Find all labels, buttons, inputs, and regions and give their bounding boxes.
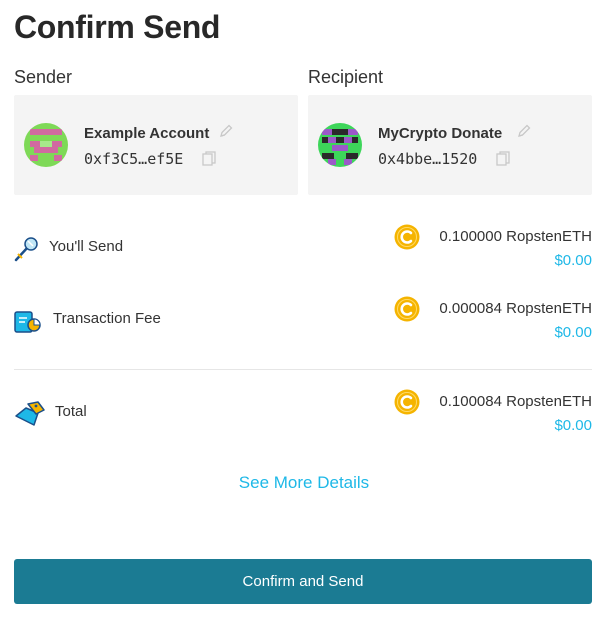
recipient-edit-icon[interactable] [516,123,532,139]
send-amount: 0.100000 RopstenETH [439,228,592,245]
recipient-avatar [318,123,362,167]
sender-account-name: Example Account [84,125,210,142]
fee-fiat: $0.00 [554,324,592,341]
total-row: Total 0.100084 RopstenETH $0.00 [14,389,592,443]
page-title: Confirm Send [14,9,221,45]
send-fiat: $0.00 [554,252,592,269]
recipient-address: 0x4bbe…1520 [378,150,478,168]
tag-icon [14,400,46,433]
recipient-account-name: MyCrypto Donate [378,125,503,142]
sender-copy-icon[interactable] [202,151,216,167]
total-label: Total [55,403,87,420]
recipient-copy-icon[interactable] [496,151,510,167]
recipient-label: Recipient [308,67,384,87]
sender-address: 0xf3C5…ef5E [84,150,184,168]
sender-label: Sender [14,67,73,87]
sender-edit-icon[interactable] [218,123,234,139]
send-label: You'll Send [49,238,124,255]
coin-icon [394,296,420,322]
coin-icon [394,389,420,415]
divider [14,369,592,370]
sender-card: Example Account 0xf3C5…ef5E [14,95,298,195]
see-more-details-link[interactable]: See More Details [0,473,608,493]
recipient-card: MyCrypto Donate 0x4bbe…1520 [308,95,592,195]
coin-icon [394,224,420,250]
total-fiat: $0.00 [554,417,592,434]
sender-avatar [24,123,68,167]
fee-label: Transaction Fee [53,310,161,327]
send-amount-row: You'll Send 0.100000 RopstenETH $0.00 [14,224,592,278]
wand-icon [14,236,40,267]
confirm-and-send-button[interactable]: Confirm and Send [14,559,592,604]
total-amount: 0.100084 RopstenETH [439,393,592,410]
fee-row: Transaction Fee 0.000084 RopstenETH $0.0… [14,296,592,350]
fee-amount: 0.000084 RopstenETH [439,300,592,317]
fee-chart-icon [14,308,42,339]
